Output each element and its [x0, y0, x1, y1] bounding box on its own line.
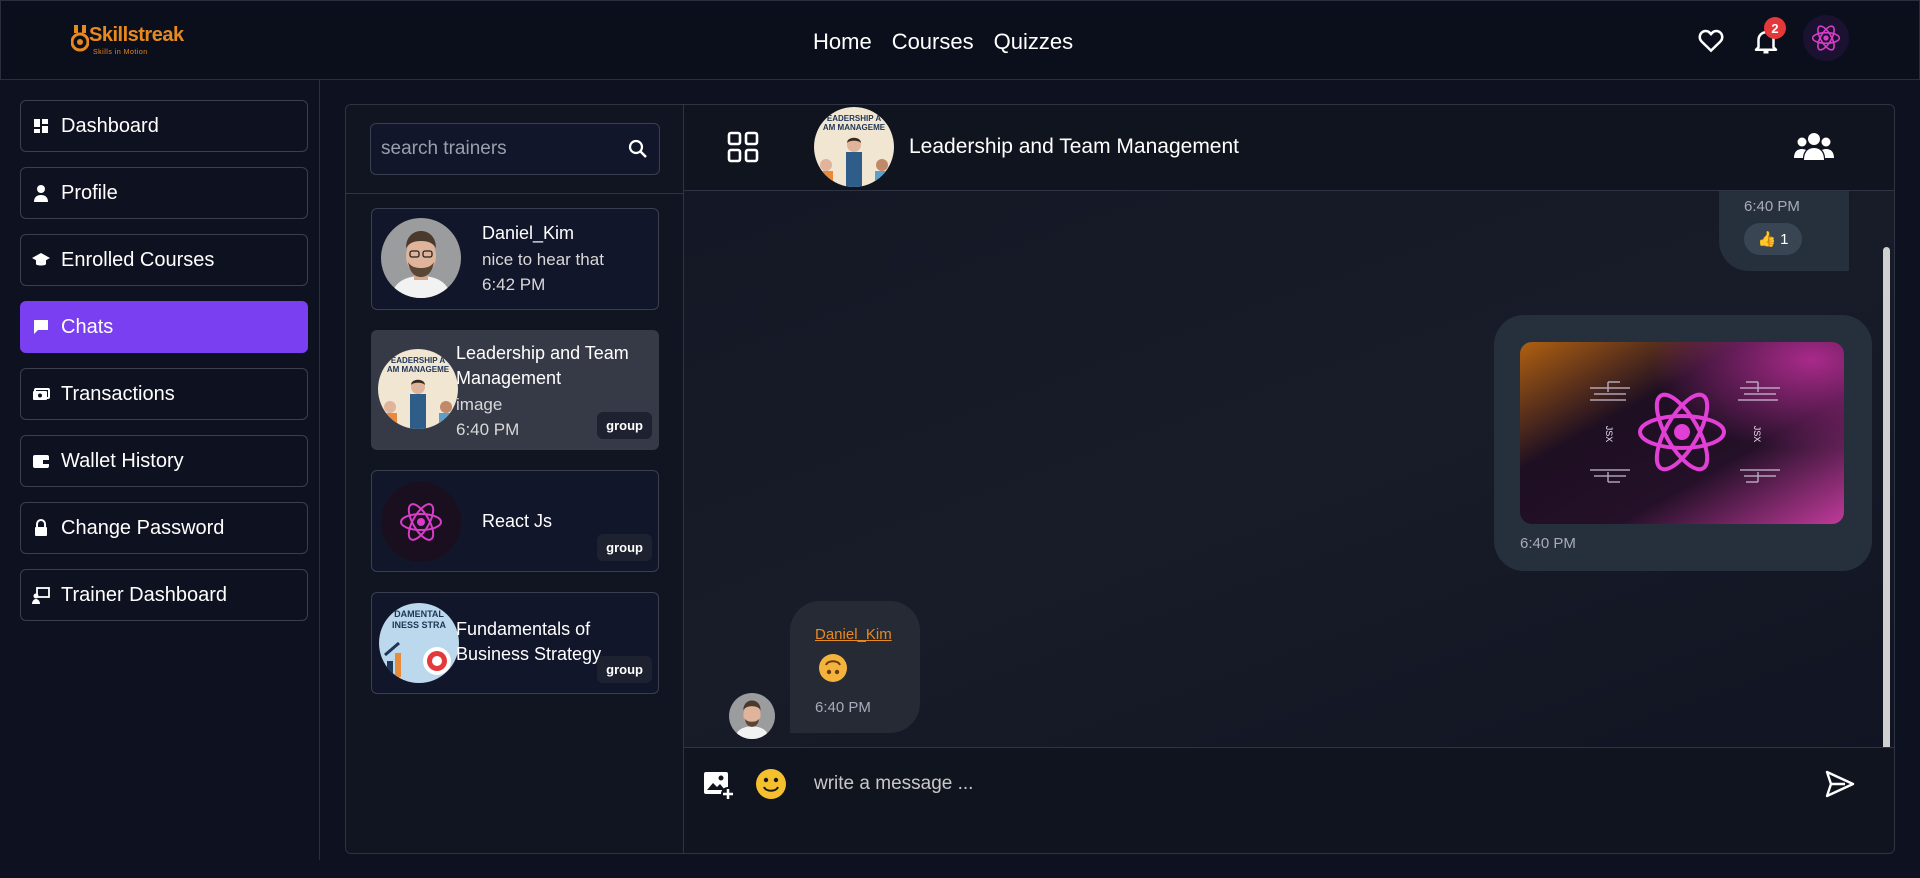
conversation-item[interactable]: Daniel_Kim nice to hear that 6:42 PM — [371, 208, 659, 310]
sidebar-item-label: Wallet History — [61, 449, 184, 472]
nav-home[interactable]: Home — [813, 29, 872, 55]
search-box — [370, 123, 660, 175]
search-input[interactable] — [371, 124, 611, 174]
group-badge: group — [597, 656, 652, 683]
add-image-icon[interactable] — [702, 768, 736, 802]
search-icon[interactable] — [626, 137, 650, 161]
conversation-item-selected[interactable]: EADERSHIP A AM MANAGEME Leadership and T… — [371, 330, 659, 450]
sidebar-item-change-password[interactable]: Change Password — [20, 502, 308, 554]
sidebar-item-label: Trainer Dashboard — [61, 583, 228, 606]
upside-down-face-emoji-icon — [819, 654, 847, 682]
user-icon — [34, 185, 48, 202]
outgoing-image-message: JSX JSX 6:40 PM — [1494, 315, 1872, 571]
conversation-name: Daniel_Kim — [482, 223, 575, 243]
reaction-count: 1 — [1780, 230, 1789, 248]
group-members-icon[interactable] — [1794, 130, 1834, 164]
avatar: EADERSHIP A AM MANAGEME — [378, 349, 458, 429]
notification-badge: 2 — [1764, 17, 1786, 39]
avatar — [381, 482, 461, 562]
group-badge: group — [597, 412, 652, 439]
conversation-name: React Js — [482, 511, 553, 531]
message-time: 6:40 PM — [815, 699, 871, 716]
scrollbar[interactable] — [1883, 247, 1890, 747]
nav-quizzes[interactable]: Quizzes — [994, 29, 1073, 55]
heart-icon[interactable] — [1696, 25, 1726, 55]
react-logo-icon — [1811, 25, 1841, 51]
sidebar-item-wallet-history[interactable]: Wallet History — [20, 435, 308, 487]
sidebar-item-trainer-dashboard[interactable]: Trainer Dashboard — [20, 569, 308, 621]
message-time: 6:40 PM — [1520, 535, 1576, 552]
svg-text:AM MANAGEME: AM MANAGEME — [823, 123, 886, 132]
sidebar-item-label: Enrolled Courses — [61, 248, 215, 271]
conversation-item[interactable]: React Js group — [371, 470, 659, 572]
svg-text:AM MANAGEME: AM MANAGEME — [387, 365, 450, 374]
sidebar: Dashboard Profile Enrolled Courses Chats… — [0, 80, 320, 860]
conversation-last-message: image — [456, 395, 503, 414]
chat-icon — [34, 320, 48, 334]
medal-icon — [71, 25, 89, 52]
lock-icon — [35, 519, 47, 536]
money-icon — [33, 388, 50, 400]
brand-tagline: Skills in Motion — [93, 49, 148, 56]
wallet-icon — [33, 455, 49, 468]
sidebar-item-label: Chats — [61, 315, 114, 338]
sidebar-item-chats[interactable]: Chats — [20, 301, 308, 353]
top-navbar: Skillstreak Skills in Motion Home Course… — [0, 0, 1920, 80]
divider — [346, 193, 684, 194]
conversation-header: EADERSHIP A AM MANAGEME Leadership and T… — [684, 105, 1894, 191]
svg-text:DAMENTAL: DAMENTAL — [394, 609, 444, 619]
svg-text:INESS STRA: INESS STRA — [392, 620, 447, 630]
message-list[interactable]: 6:40 PM 👍 1 JSX JSX 6:40 PM Daniel_Kim 6… — [684, 191, 1894, 747]
conversation-list: Daniel_Kim nice to hear that 6:42 PM EAD… — [346, 105, 684, 853]
reaction-chip[interactable]: 👍 1 — [1744, 223, 1802, 255]
avatar — [381, 218, 461, 298]
conversation-time: 6:42 PM — [482, 275, 546, 294]
send-icon[interactable] — [1824, 768, 1856, 800]
trainer-icon — [32, 587, 50, 604]
image-label: JSX — [1752, 426, 1762, 443]
sidebar-item-label: Dashboard — [61, 114, 159, 137]
sidebar-item-dashboard[interactable]: Dashboard — [20, 100, 308, 152]
sidebar-item-label: Change Password — [61, 516, 225, 539]
main-nav: Home Courses Quizzes — [813, 29, 1073, 55]
sidebar-item-profile[interactable]: Profile — [20, 167, 308, 219]
sidebar-item-label: Profile — [61, 181, 118, 204]
conversation-name: Leadership and Team Management — [456, 343, 629, 388]
grid-icon[interactable] — [727, 131, 759, 163]
message-image[interactable]: JSX JSX — [1520, 342, 1844, 524]
sidebar-item-enrolled-courses[interactable]: Enrolled Courses — [20, 234, 308, 286]
brand-logo[interactable]: Skillstreak Skills in Motion — [71, 22, 191, 58]
nav-courses[interactable]: Courses — [892, 29, 974, 55]
conversation-item[interactable]: DAMENTAL INESS STRA Fundamentals of Busi… — [371, 592, 659, 694]
message-input[interactable] — [804, 764, 1754, 804]
emoji-picker-icon[interactable] — [755, 768, 787, 800]
outgoing-message: 6:40 PM 👍 1 — [1719, 191, 1849, 271]
chat-container: Daniel_Kim nice to hear that 6:42 PM EAD… — [345, 104, 1895, 854]
sidebar-item-label: Transactions — [61, 382, 175, 405]
conversation-pane: EADERSHIP A AM MANAGEME Leadership and T… — [684, 105, 1894, 853]
image-label: JSX — [1604, 426, 1614, 443]
brand-name: Skillstreak — [89, 24, 184, 46]
message-composer — [684, 747, 1894, 853]
incoming-message: Daniel_Kim 6:40 PM — [790, 601, 920, 733]
svg-text:EADERSHIP A: EADERSHIP A — [827, 114, 881, 123]
conversation-title: Leadership and Team Management — [909, 135, 1240, 158]
conversation-last-message: nice to hear that — [482, 250, 604, 269]
group-avatar[interactable]: EADERSHIP A AM MANAGEME — [814, 107, 894, 187]
avatar: DAMENTAL INESS STRA — [379, 603, 459, 683]
graduation-cap-icon — [32, 253, 50, 266]
sidebar-item-transactions[interactable]: Transactions — [20, 368, 308, 420]
message-time: 6:40 PM — [1744, 198, 1800, 215]
user-avatar[interactable] — [1803, 15, 1849, 61]
sender-name[interactable]: Daniel_Kim — [815, 626, 892, 643]
sender-avatar[interactable] — [729, 693, 775, 739]
dashboard-icon — [34, 119, 48, 133]
conversation-time: 6:40 PM — [456, 420, 520, 439]
thumbs-up-icon: 👍 — [1757, 231, 1777, 248]
svg-text:EADERSHIP A: EADERSHIP A — [391, 356, 445, 365]
group-badge: group — [597, 534, 652, 561]
